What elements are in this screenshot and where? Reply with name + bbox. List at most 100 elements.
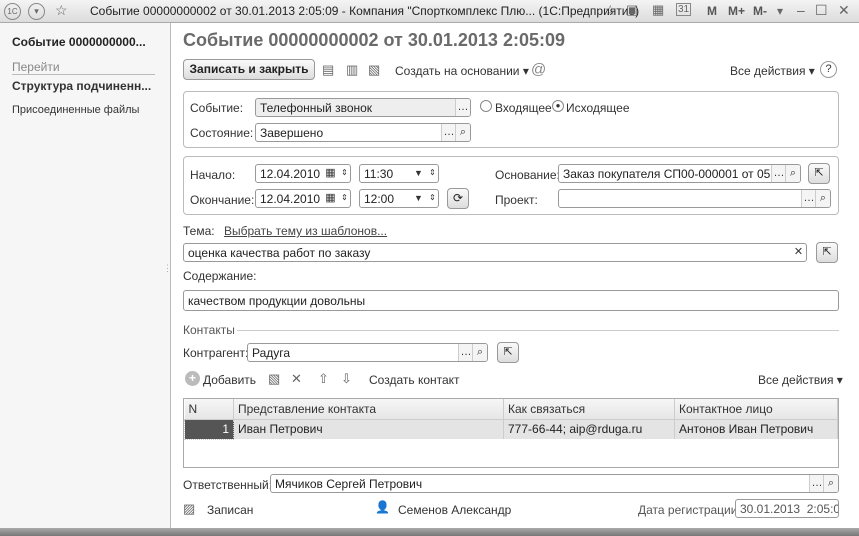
column-n[interactable]: N bbox=[184, 399, 234, 420]
event-label: Событие: bbox=[190, 101, 244, 115]
refresh-button[interactable]: ⟳ bbox=[447, 188, 469, 209]
maximize-icon[interactable]: ☐ bbox=[815, 2, 828, 19]
select-button[interactable]: … bbox=[809, 475, 824, 492]
chevron-down-icon[interactable]: ▾ bbox=[777, 4, 783, 18]
spinner-icon[interactable]: ⇕ bbox=[339, 165, 350, 182]
status-text: Записан bbox=[207, 503, 254, 517]
memory-minus-button[interactable]: M- bbox=[753, 4, 767, 18]
column-person[interactable]: Контактное лицо bbox=[674, 399, 838, 420]
outgoing-radio[interactable]: ● bbox=[552, 100, 564, 112]
content-field[interactable]: качеством продукции довольны bbox=[183, 290, 839, 311]
bookmark-icon[interactable]: ▣ bbox=[626, 2, 638, 18]
end-time-field[interactable]: 12:00 ▼ ⇕ bbox=[359, 189, 439, 208]
responsible-field[interactable]: Мячиков Сергей Петрович … ⌕ bbox=[270, 474, 839, 493]
memory-plus-button[interactable]: M+ bbox=[728, 4, 745, 18]
search-icon[interactable]: ⌕ bbox=[455, 124, 470, 141]
end-time-value: 12:00 bbox=[364, 192, 395, 206]
counterparty-field[interactable]: Радуга … ⌕ bbox=[247, 343, 488, 362]
cell-name[interactable]: Иван Петрович bbox=[233, 419, 504, 439]
add-button[interactable]: Добавить bbox=[203, 373, 256, 387]
contacts-all-actions-button[interactable]: Все действия ▾ bbox=[758, 373, 843, 387]
incoming-label: Входящее bbox=[495, 101, 552, 115]
calendar-icon[interactable]: ▦ bbox=[323, 165, 338, 182]
add-icon[interactable]: + bbox=[185, 371, 200, 386]
search-icon[interactable]: ⌕ bbox=[823, 475, 838, 492]
email-icon[interactable]: @ bbox=[531, 61, 546, 78]
project-field[interactable]: … ⌕ bbox=[558, 189, 831, 208]
splitter-handle[interactable]: ⋮ bbox=[163, 263, 172, 274]
spinner-icon[interactable]: ⇕ bbox=[339, 190, 350, 207]
chevron-down-icon[interactable]: ▼ bbox=[411, 165, 426, 182]
sidebar-item-structure[interactable]: Структура подчиненн... bbox=[12, 79, 151, 93]
sidebar-item-files[interactable]: Присоединенные файлы bbox=[12, 104, 139, 116]
basis-field[interactable]: Заказ покупателя СП00-000001 от 05.04… ⌕ bbox=[558, 164, 801, 183]
open-counterparty-button[interactable]: ⇱ bbox=[497, 342, 519, 363]
open-icon: ⇱ bbox=[822, 246, 832, 258]
chevron-down-icon[interactable]: ▼ bbox=[411, 190, 426, 207]
end-label: Окончание: bbox=[190, 193, 255, 207]
search-icon[interactable]: ⌕ bbox=[472, 344, 487, 361]
sidebar-current[interactable]: Событие 0000000000... bbox=[12, 35, 146, 49]
post-icon[interactable]: ▥ bbox=[346, 62, 358, 78]
start-time-field[interactable]: 11:30 ▼ ⇕ bbox=[359, 164, 439, 183]
topic-value: оценка качества работ по заказу bbox=[188, 246, 371, 260]
select-button[interactable]: … bbox=[455, 99, 470, 116]
favorites-icon[interactable]: ☆ bbox=[604, 2, 617, 19]
menu-dropdown-icon[interactable]: ▾ bbox=[28, 3, 45, 20]
title-bar: 1С ▾ ☆ Событие 00000000002 от 30.01.2013… bbox=[0, 0, 859, 23]
topic-template-link[interactable]: Выбрать тему из шаблонов... bbox=[224, 224, 387, 238]
minimize-icon[interactable]: – bbox=[797, 2, 805, 18]
start-date-field[interactable]: 12.04.2010 ▦ ⇕ bbox=[255, 164, 351, 183]
select-button[interactable]: … bbox=[458, 344, 473, 361]
content-label: Содержание: bbox=[183, 269, 257, 283]
create-based-button[interactable]: Создать на основании ▾ bbox=[395, 64, 529, 78]
column-presentation[interactable]: Представление контакта bbox=[233, 399, 504, 420]
document-icon[interactable]: ▧ bbox=[368, 62, 380, 78]
calendar-icon[interactable]: ▦ bbox=[323, 190, 338, 207]
spinner-icon[interactable]: ⇕ bbox=[427, 165, 438, 182]
open-icon: ⇱ bbox=[503, 346, 513, 358]
save-close-button[interactable]: Записать и закрыть bbox=[183, 59, 315, 80]
counterparty-value: Радуга bbox=[252, 346, 291, 360]
state-value: Завершено bbox=[260, 126, 324, 140]
save-icon[interactable]: ▤ bbox=[322, 62, 334, 78]
open-topic-button[interactable]: ⇱ bbox=[816, 242, 838, 263]
clear-icon[interactable]: ✕ bbox=[791, 244, 806, 261]
end-date-field[interactable]: 12.04.2010 ▦ ⇕ bbox=[255, 189, 351, 208]
memory-m-button[interactable]: M bbox=[707, 4, 717, 18]
cell-n[interactable]: 1 bbox=[184, 418, 234, 440]
spinner-icon[interactable]: ⇕ bbox=[427, 190, 438, 207]
delete-icon[interactable]: ✕ bbox=[291, 371, 302, 387]
window-bottom-border bbox=[0, 528, 859, 536]
start-label: Начало: bbox=[190, 168, 236, 182]
select-button[interactable]: … bbox=[801, 190, 816, 207]
search-icon[interactable]: ⌕ bbox=[785, 165, 800, 182]
select-button[interactable]: … bbox=[771, 165, 786, 182]
outgoing-label: Исходящее bbox=[566, 101, 630, 115]
create-contact-button[interactable]: Создать контакт bbox=[369, 373, 460, 387]
help-button[interactable]: ? bbox=[820, 61, 837, 78]
calculator-icon[interactable]: ▦ bbox=[652, 2, 664, 18]
select-button[interactable]: … bbox=[441, 124, 456, 141]
table-row[interactable]: 1 Иван Петрович 777-66-44; aip@rduga.ru … bbox=[184, 418, 838, 440]
event-value: Телефонный звонок bbox=[260, 101, 373, 115]
copy-icon[interactable]: ▧ bbox=[268, 371, 280, 387]
incoming-radio[interactable] bbox=[480, 100, 492, 112]
column-how[interactable]: Как связаться bbox=[503, 399, 675, 420]
cell-person[interactable]: Антонов Иван Петрович bbox=[674, 419, 838, 439]
reg-date-field[interactable]: 30.01.2013 2:05:09 bbox=[735, 499, 839, 518]
move-up-icon[interactable]: ⇧ bbox=[318, 371, 329, 387]
topic-label: Тема: bbox=[183, 224, 215, 238]
close-icon[interactable]: ✕ bbox=[838, 2, 850, 19]
state-field[interactable]: Завершено … ⌕ bbox=[255, 123, 471, 142]
1c-logo-icon[interactable]: 1С bbox=[4, 3, 21, 20]
move-down-icon[interactable]: ⇩ bbox=[341, 371, 352, 387]
calendar-icon[interactable]: 31 bbox=[676, 3, 692, 16]
search-icon[interactable]: ⌕ bbox=[815, 190, 830, 207]
all-actions-button[interactable]: Все действия ▾ bbox=[730, 64, 815, 78]
favorite-star-icon[interactable]: ☆ bbox=[55, 2, 68, 19]
topic-field[interactable]: оценка качества работ по заказу ✕ bbox=[183, 243, 807, 262]
cell-how[interactable]: 777-66-44; aip@rduga.ru bbox=[503, 419, 675, 439]
event-field[interactable]: Телефонный звонок … bbox=[255, 98, 471, 117]
open-basis-button[interactable]: ⇱ bbox=[808, 163, 830, 184]
